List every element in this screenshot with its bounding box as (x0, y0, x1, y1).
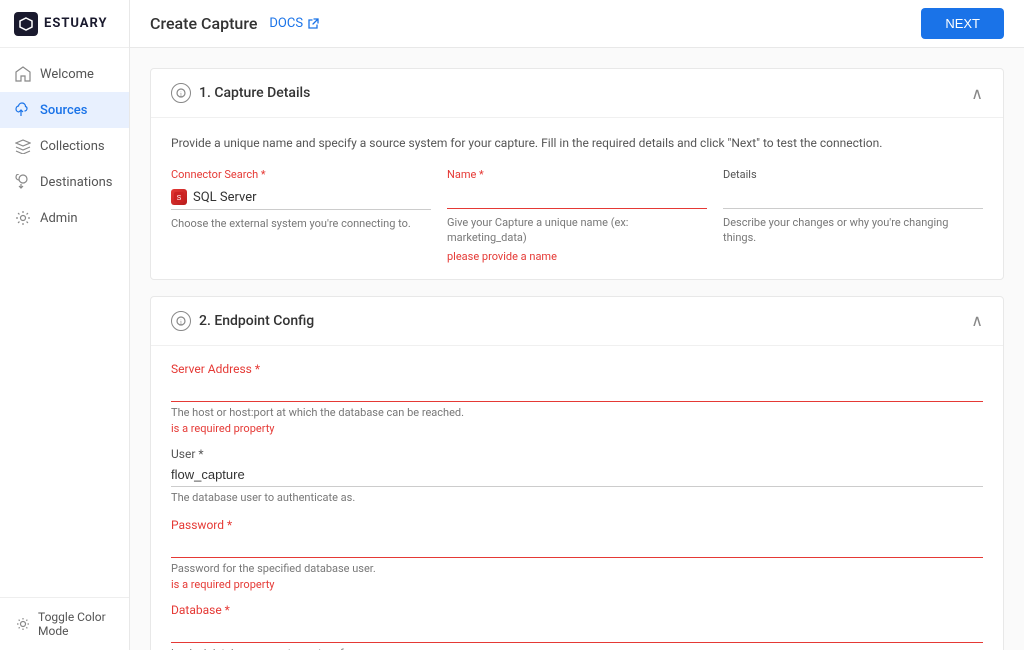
capture-name-group: Name * Give your Capture a unique name (… (447, 168, 707, 263)
connector-search-label: Connector Search * (171, 168, 431, 181)
sidebar-item-sources-label: Sources (40, 103, 87, 118)
main-content: Create Capture DOCS NEXT i (130, 0, 1024, 650)
capture-details-title-row: i 1. Capture Details (171, 83, 310, 103)
sql-server-icon: S (171, 189, 187, 205)
capture-name-error: please provide a name (447, 250, 707, 263)
gear-icon (14, 209, 32, 227)
connector-search-field[interactable]: S SQL Server (171, 185, 431, 210)
docs-link[interactable]: DOCS (269, 16, 320, 31)
toggle-color-mode-button[interactable]: Toggle Color Mode (0, 597, 129, 650)
connector-value-label: SQL Server (193, 190, 257, 205)
chevron-up-icon: ∧ (971, 84, 983, 103)
server-address-input[interactable] (171, 378, 983, 402)
sun-icon (14, 615, 32, 633)
capture-details-hint: Describe your changes or why you're chan… (723, 215, 983, 246)
password-error: is a required property (171, 578, 983, 591)
content-area: i 1. Capture Details ∧ Provide a unique … (130, 48, 1024, 650)
sidebar-item-welcome-label: Welcome (40, 67, 94, 82)
svg-text:i: i (180, 91, 182, 99)
server-address-group: Server Address * The host or host:port a… (171, 362, 983, 435)
password-group: Password * Password for the specified da… (171, 518, 983, 591)
logo-text: ESTUARY (44, 16, 108, 31)
svg-text:i: i (180, 318, 182, 326)
next-button[interactable]: NEXT (921, 8, 1004, 39)
endpoint-fields: Server Address * The host or host:port a… (171, 362, 983, 650)
capture-details-form-row: Connector Search * S SQL Server Choose t… (171, 168, 983, 263)
capture-details-body: Provide a unique name and specify a sour… (151, 118, 1003, 279)
connector-search-group: Connector Search * S SQL Server Choose t… (171, 168, 431, 263)
toggle-color-mode-label: Toggle Color Mode (38, 610, 115, 638)
sidebar-item-admin-label: Admin (40, 211, 78, 226)
capture-name-hint: Give your Capture a unique name (ex: mar… (447, 215, 707, 246)
endpoint-config-title: 2. Endpoint Config (199, 313, 314, 329)
section1-number: i (171, 83, 191, 103)
user-hint: The database user to authenticate as. (171, 490, 983, 505)
sidebar-item-collections[interactable]: Collections (0, 128, 129, 164)
endpoint-config-body: Server Address * The host or host:port a… (151, 346, 1003, 650)
server-address-error: is a required property (171, 422, 983, 435)
sidebar-item-destinations-label: Destinations (40, 175, 113, 190)
cloud-download-icon (14, 173, 32, 191)
home-icon (14, 65, 32, 83)
capture-details-input[interactable] (723, 185, 983, 209)
sidebar: ESTUARY Welcome Sources (0, 0, 130, 650)
database-input[interactable] (171, 619, 983, 643)
capture-details-header[interactable]: i 1. Capture Details ∧ (151, 69, 1003, 118)
capture-details-section: i 1. Capture Details ∧ Provide a unique … (150, 68, 1004, 280)
capture-details-field-label: Details (723, 168, 983, 181)
endpoint-config-header[interactable]: i 2. Endpoint Config ∧ (151, 297, 1003, 346)
capture-name-input[interactable] (447, 185, 707, 209)
database-hint: Logical database name to capture from. (171, 646, 983, 650)
password-label: Password * (171, 518, 983, 532)
capture-name-label: Name * (447, 168, 707, 181)
endpoint-config-title-row: i 2. Endpoint Config (171, 311, 314, 331)
sidebar-item-collections-label: Collections (40, 139, 105, 154)
capture-details-desc: Provide a unique name and specify a sour… (171, 134, 983, 152)
user-label: User * (171, 447, 983, 461)
cloud-upload-icon (14, 101, 32, 119)
capture-details-group: Details Describe your changes or why you… (723, 168, 983, 263)
sidebar-item-sources[interactable]: Sources (0, 92, 129, 128)
server-address-label: Server Address * (171, 362, 983, 376)
section2-number: i (171, 311, 191, 331)
sidebar-item-welcome[interactable]: Welcome (0, 56, 129, 92)
external-link-icon (307, 17, 320, 30)
docs-label: DOCS (269, 16, 303, 31)
logo: ESTUARY (0, 0, 129, 48)
sidebar-item-destinations[interactable]: Destinations (0, 164, 129, 200)
endpoint-config-section: i 2. Endpoint Config ∧ Server Address * … (150, 296, 1004, 650)
database-group: Database * Logical database name to capt… (171, 603, 983, 650)
page-title: Create Capture (150, 14, 257, 33)
capture-details-title: 1. Capture Details (199, 85, 310, 101)
database-label: Database * (171, 603, 983, 617)
layers-icon (14, 137, 32, 155)
password-input[interactable] (171, 534, 983, 558)
chevron-up-icon-2: ∧ (971, 311, 983, 330)
svg-text:S: S (177, 195, 182, 202)
server-address-hint: The host or host:port at which the datab… (171, 405, 983, 420)
user-input[interactable] (171, 463, 983, 487)
page-header: Create Capture DOCS NEXT (130, 0, 1024, 48)
connector-hint: Choose the external system you're connec… (171, 216, 431, 231)
logo-icon (14, 12, 38, 36)
user-group: User * The database user to authenticate… (171, 447, 983, 505)
password-hint: Password for the specified database user… (171, 561, 983, 576)
sidebar-nav: Welcome Sources Collections (0, 48, 129, 597)
sidebar-item-admin[interactable]: Admin (0, 200, 129, 236)
